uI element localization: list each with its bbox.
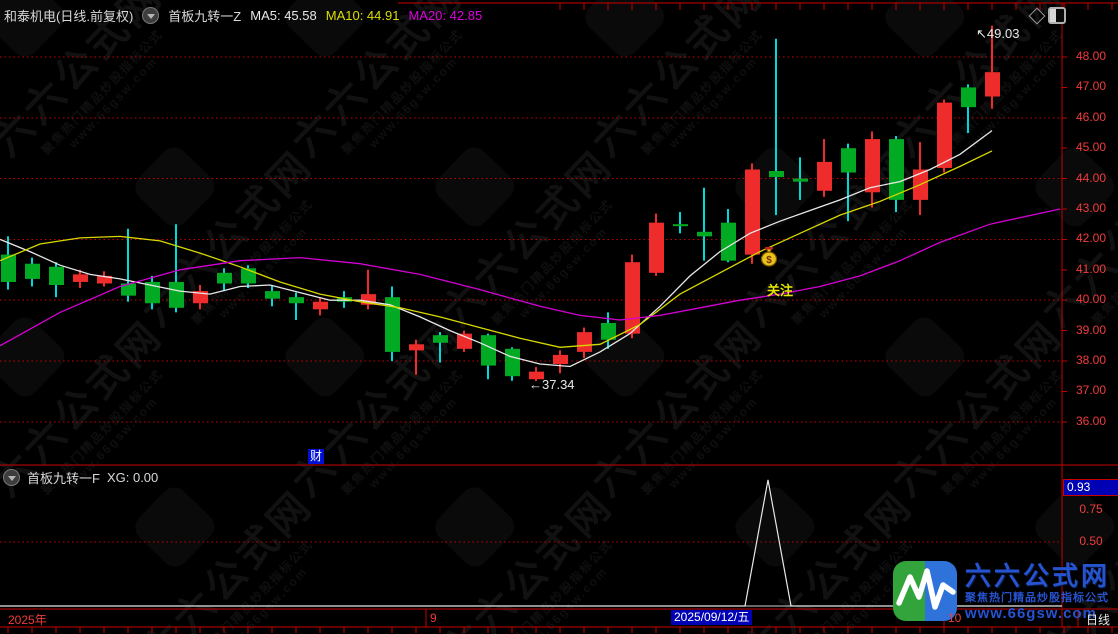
candle-body xyxy=(745,169,760,254)
price-axis-label: 45.00 xyxy=(1066,140,1116,154)
ma10-value: MA10: 44.91 xyxy=(326,8,400,23)
price-axis-label: 43.00 xyxy=(1066,201,1116,215)
price-axis-label: 39.00 xyxy=(1066,323,1116,337)
attention-label: 关注 xyxy=(767,280,793,299)
candle-body xyxy=(721,223,736,261)
candle-body xyxy=(265,291,280,299)
site-logo: 六六公式网 聚焦热门精品炒股指标公式 www.66gsw.com xyxy=(893,561,1118,622)
main-indicator-name: 首板九转一Z xyxy=(168,6,241,25)
main-title-bar: 和泰机电(日线.前复权) 首板九转一Z MA5: 45.58 MA10: 44.… xyxy=(4,6,482,25)
candle-body xyxy=(433,335,448,343)
price-axis-label: 40.00 xyxy=(1066,292,1116,306)
timeline-month-label: 9 xyxy=(430,611,437,625)
price-axis-label: 46.00 xyxy=(1066,110,1116,124)
ma20-value: MA20: 42.85 xyxy=(408,8,482,23)
candle-body xyxy=(49,267,64,285)
candles xyxy=(1,26,1000,381)
candle-body xyxy=(865,139,880,192)
candle-body xyxy=(505,349,520,376)
candle-body xyxy=(817,162,832,191)
candle-body xyxy=(649,223,664,273)
high-price-annotation: ↖49.03 xyxy=(976,26,1019,42)
candle-body xyxy=(169,282,184,308)
ma5-value: MA5: 45.58 xyxy=(250,8,317,23)
price-axis-label: 41.00 xyxy=(1066,262,1116,276)
ma-line-ma10 xyxy=(0,151,992,347)
split-pane-icon[interactable] xyxy=(1048,7,1066,24)
candle-body xyxy=(697,232,712,237)
price-chart-canvas[interactable] xyxy=(0,0,1118,634)
period-selector[interactable]: 日线 xyxy=(1086,611,1110,628)
candle-body xyxy=(961,87,976,107)
site-logo-subtitle: 聚焦热门精品炒股指标公式 xyxy=(965,591,1110,605)
indicator-dropdown-icon[interactable] xyxy=(142,7,159,24)
timeline-year-label: 2025年 xyxy=(8,611,47,628)
timeline-selected-date[interactable]: 2025/09/12/五 xyxy=(671,610,752,625)
candle-body xyxy=(769,171,784,177)
candle-body xyxy=(313,302,328,310)
candle-body xyxy=(985,72,1000,96)
svg-text:$: $ xyxy=(766,255,772,266)
price-axis-label: 47.00 xyxy=(1066,79,1116,93)
candle-body xyxy=(217,273,232,284)
sub-indicator-name: 首板九转一F xyxy=(27,468,100,487)
candle-body xyxy=(553,355,568,364)
price-axis-label: 48.00 xyxy=(1066,49,1116,63)
stock-chart-app: { "header": { "stock": "和泰机电(日线.前复权)", "… xyxy=(0,0,1118,634)
candle-body xyxy=(673,224,688,226)
price-axis-label: 36.00 xyxy=(1066,414,1116,428)
candle-body xyxy=(73,274,88,282)
sub-indicator-dropdown-icon[interactable] xyxy=(3,469,20,486)
ma-line-ma20 xyxy=(0,209,1060,346)
candle-body xyxy=(793,179,808,182)
low-price-annotation: ←37.34 xyxy=(529,377,575,392)
price-axis-label: 38.00 xyxy=(1066,353,1116,367)
indicator-axis-label: 0.50 xyxy=(1066,534,1116,548)
indicator-axis-label: 0.75 xyxy=(1066,502,1116,516)
price-axis-label: 44.00 xyxy=(1066,171,1116,185)
sub-indicator-bar: 首板九转一F XG: 0.00 xyxy=(3,468,158,487)
candle-body xyxy=(625,262,640,333)
price-axis-label: 42.00 xyxy=(1066,231,1116,245)
candle-body xyxy=(889,139,904,200)
stock-name: 和泰机电(日线.前复权) xyxy=(4,6,133,25)
candle-body xyxy=(25,264,40,279)
price-axis-label: 37.00 xyxy=(1066,383,1116,397)
split-pane-icon-fill xyxy=(1050,9,1056,22)
site-logo-title: 六六公式网 xyxy=(965,561,1110,591)
candle-body xyxy=(289,297,304,303)
candle-body xyxy=(409,344,424,350)
candle-body xyxy=(937,103,952,168)
candle-body xyxy=(841,148,856,172)
news-badge[interactable]: 财 xyxy=(308,449,324,464)
timeline-month-label: 10 xyxy=(948,611,961,625)
indicator-current-value-badge: 0.93 xyxy=(1063,479,1118,496)
candle-body xyxy=(481,335,496,365)
money-bag-icon: $ xyxy=(757,244,781,268)
xg-value: XG: 0.00 xyxy=(107,470,158,485)
candle-body xyxy=(577,332,592,352)
